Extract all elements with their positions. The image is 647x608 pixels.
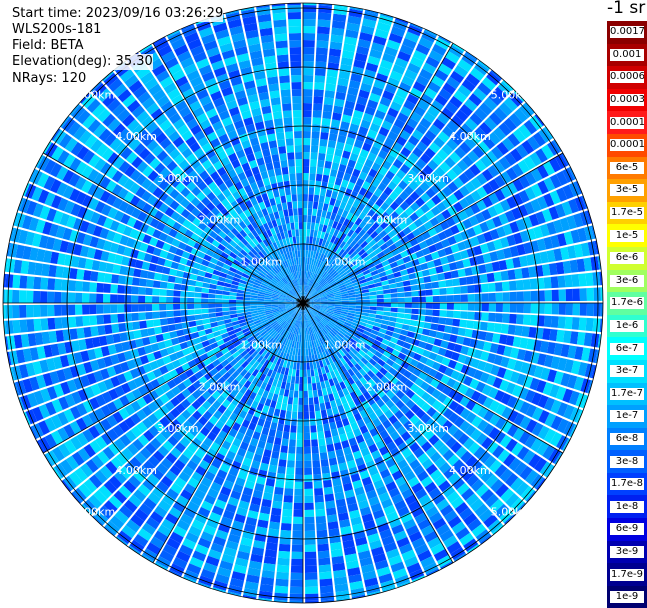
colorbar-cell: 1e-5 [607, 224, 647, 247]
colorbar-cell: 1.7e-7 [607, 382, 647, 406]
colorbar-tick-label: 1e-9 [610, 591, 644, 604]
colorbar-cell: 6e-7 [607, 337, 647, 360]
colorbar-tick-label: 0.0006 [610, 71, 644, 84]
colorbar-tick-label: 1.7e-5 [610, 207, 644, 220]
range-ring-label: 1.00km [240, 255, 282, 268]
colorbar-tick-label: 3e-8 [610, 455, 644, 468]
range-ring-label: 1.00km [324, 339, 366, 352]
field-label: Field: BETA [12, 38, 84, 54]
colorbar-tick-label: 3e-9 [610, 545, 644, 558]
range-ring-label: 5.00km [74, 88, 116, 101]
colorbar-cell: 3e-7 [607, 359, 647, 383]
colorbar-cell: 0.0001 [607, 133, 647, 157]
colorbar-cell: 0.00017 [607, 111, 647, 134]
colorbar-tick-label: 6e-7 [610, 342, 644, 355]
colorbar-cell: 1e-7 [607, 405, 647, 428]
elevation-label: Elevation(deg): 35.30 [12, 54, 153, 70]
range-ring-label: 1.00km [324, 255, 366, 268]
colorbar-cell: 6e-6 [607, 246, 647, 270]
colorbar: 0.0017 0.001 0.0006 0.0003 0.00017 0.0001 6e-5… [607, 21, 647, 608]
colorbar-tick-label: 3e-7 [610, 365, 644, 378]
colorbar-cell: 3e-5 [607, 179, 647, 202]
colorbar-tick-label: 1e-6 [610, 320, 644, 333]
colorbar-cell: 3e-9 [607, 540, 647, 564]
range-ring-label: 2.00km [199, 380, 241, 393]
colorbar-tick-label: 1e-5 [610, 229, 644, 242]
colorbar-tick-label: 0.0001 [610, 139, 644, 152]
colorbar-cell: 6e-8 [607, 427, 647, 451]
range-ring-label: 4.00km [115, 464, 157, 477]
colorbar-tick-label: 0.0003 [610, 94, 644, 107]
nrays-label: NRays: 120 [12, 71, 87, 87]
range-ring-label: 4.00km [115, 130, 157, 143]
start-time-label: Start time: 2023/09/16 03:26:29 [12, 6, 224, 22]
range-ring-label: 5.00km [491, 506, 533, 519]
range-ring-label: 4.00km [449, 130, 491, 143]
colorbar-tick-label: 6e-9 [610, 523, 644, 536]
range-ring-label: 3.00km [407, 422, 449, 435]
colorbar-cell: 6e-9 [607, 518, 647, 541]
colorbar-cell: 3e-8 [607, 450, 647, 473]
colorbar-cell: 1e-8 [607, 495, 647, 519]
colorbar-unit-title: -1 sr [607, 0, 646, 18]
instrument-label: WLS200s-181 [12, 22, 102, 38]
colorbar-tick-label: 1e-8 [610, 500, 644, 513]
colorbar-cell: 1.7e-5 [607, 201, 647, 225]
colorbar-cell: 1.7e-6 [607, 292, 647, 315]
range-ring-label: 2.00km [366, 380, 408, 393]
colorbar-tick-label: 1.7e-8 [610, 478, 644, 491]
range-ring-label: 2.00km [366, 214, 408, 227]
colorbar-cell: 1e-6 [607, 314, 647, 338]
colorbar-cell: 3e-6 [607, 269, 647, 293]
colorbar-tick-label: 0.0017 [610, 26, 644, 39]
colorbar-cell: 0.001 [607, 43, 647, 67]
range-ring-label: 3.00km [157, 422, 199, 435]
colorbar-cell: 1e-9 [607, 585, 647, 608]
range-ring-label: 5.00km [491, 88, 533, 101]
colorbar-tick-label: 0.00017 [610, 116, 644, 129]
range-ring-label: 2.00km [199, 214, 241, 227]
colorbar-cell: 1.7e-8 [607, 472, 647, 496]
colorbar-tick-label: 3e-5 [610, 184, 644, 197]
range-ring-label: 4.00km [449, 464, 491, 477]
colorbar-tick-label: 1.7e-7 [610, 387, 644, 400]
colorbar-tick-label: 6e-6 [610, 252, 644, 265]
colorbar-tick-label: 1.7e-9 [610, 568, 644, 581]
colorbar-tick-label: 3e-6 [610, 274, 644, 287]
colorbar-cell: 6e-5 [607, 156, 647, 180]
range-ring-label: 1.00km [240, 339, 282, 352]
colorbar-tick-label: 1.7e-6 [610, 297, 644, 310]
colorbar-tick-label: 1e-7 [610, 410, 644, 423]
ppi-radar-plot: 1.00km 1.00km 1.00km 1.00km 2.00km 2.00km 2.00… [2, 2, 604, 604]
colorbar-cell: 1.7e-9 [607, 563, 647, 586]
colorbar-tick-label: 6e-8 [610, 432, 644, 445]
colorbar-cell: 0.0006 [607, 66, 647, 89]
colorbar-cell: 0.0003 [607, 88, 647, 112]
range-ring-label: 3.00km [407, 172, 449, 185]
range-ring-label: 3.00km [157, 172, 199, 185]
range-ring-label: 5.00km [74, 506, 116, 519]
colorbar-tick-label: 0.001 [610, 48, 644, 61]
colorbar-cell: 0.0017 [607, 21, 647, 44]
colorbar-tick-label: 6e-5 [610, 161, 644, 174]
